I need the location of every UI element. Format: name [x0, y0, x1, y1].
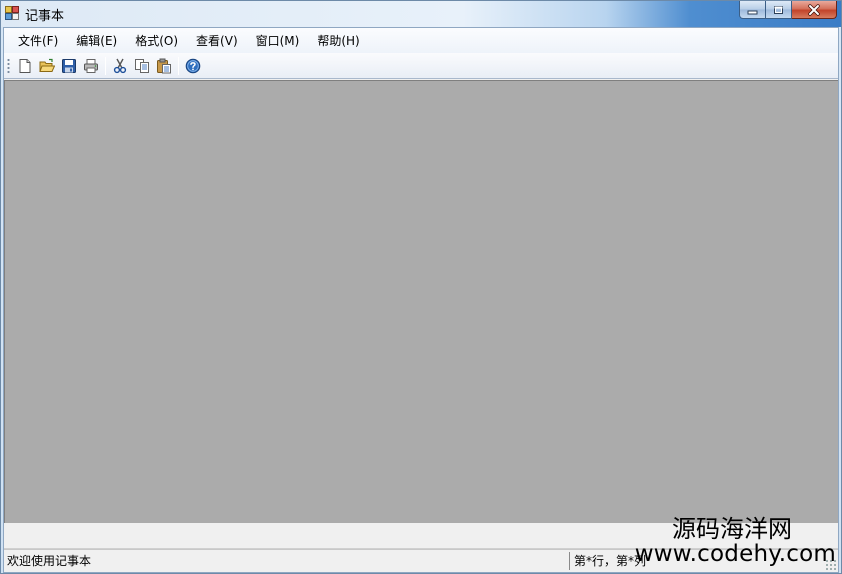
copy-icon: [135, 58, 149, 73]
menu-view[interactable]: 查看(V): [189, 30, 245, 51]
minimize-button[interactable]: [739, 1, 766, 19]
menu-bar: 文件(F) 编辑(E) 格式(O) 查看(V) 窗口(M) 帮助(H): [4, 28, 838, 53]
title-bar[interactable]: 记事本: [1, 1, 841, 27]
watermark: 源码海洋网 www.codehy.com: [635, 517, 836, 566]
menu-file[interactable]: 文件(F): [11, 30, 65, 51]
caption-buttons: [739, 1, 837, 20]
paste-button[interactable]: [153, 55, 175, 77]
cut-button[interactable]: [109, 55, 131, 77]
status-message: 欢迎使用记事本: [4, 552, 570, 570]
notepad-app-icon[interactable]: [5, 6, 19, 20]
window-title: 记事本: [25, 9, 65, 24]
client-area: 文件(F) 编辑(E) 格式(O) 查看(V) 窗口(M) 帮助(H) 欢迎使用…: [3, 27, 839, 573]
save-icon: [62, 58, 76, 73]
menu-format[interactable]: 格式(O): [128, 30, 185, 51]
toolbar-grip[interactable]: [7, 57, 10, 74]
print-button[interactable]: [80, 55, 102, 77]
help-icon: [185, 58, 201, 73]
tool-bar: [4, 53, 838, 79]
app-window: 记事本 文件(F) 编辑(E) 格式(O) 查看(V) 窗口(M) 帮助(H) …: [0, 0, 842, 574]
paste-icon: [157, 58, 171, 73]
new-file-icon: [19, 58, 31, 73]
save-button[interactable]: [58, 55, 80, 77]
minimize-icon: [747, 10, 758, 14]
open-button[interactable]: [36, 55, 58, 77]
cut-icon: [113, 58, 127, 73]
help-button[interactable]: [182, 55, 204, 77]
watermark-site-name: 源码海洋网: [672, 515, 792, 543]
menu-window[interactable]: 窗口(M): [249, 30, 307, 51]
menu-help[interactable]: 帮助(H): [310, 30, 366, 51]
maximize-icon: [774, 5, 783, 14]
close-icon: [808, 3, 820, 16]
close-button[interactable]: [792, 1, 837, 19]
copy-button[interactable]: [131, 55, 153, 77]
mdi-workspace[interactable]: [4, 80, 838, 523]
menu-edit[interactable]: 编辑(E): [69, 30, 124, 51]
toolbar-separator: [178, 56, 179, 75]
maximize-button[interactable]: [766, 1, 792, 19]
watermark-url: www.codehy.com: [634, 541, 836, 567]
new-file-button[interactable]: [14, 55, 36, 77]
print-icon: [84, 58, 98, 73]
open-folder-icon: [39, 58, 55, 72]
toolbar-separator: [105, 56, 106, 75]
